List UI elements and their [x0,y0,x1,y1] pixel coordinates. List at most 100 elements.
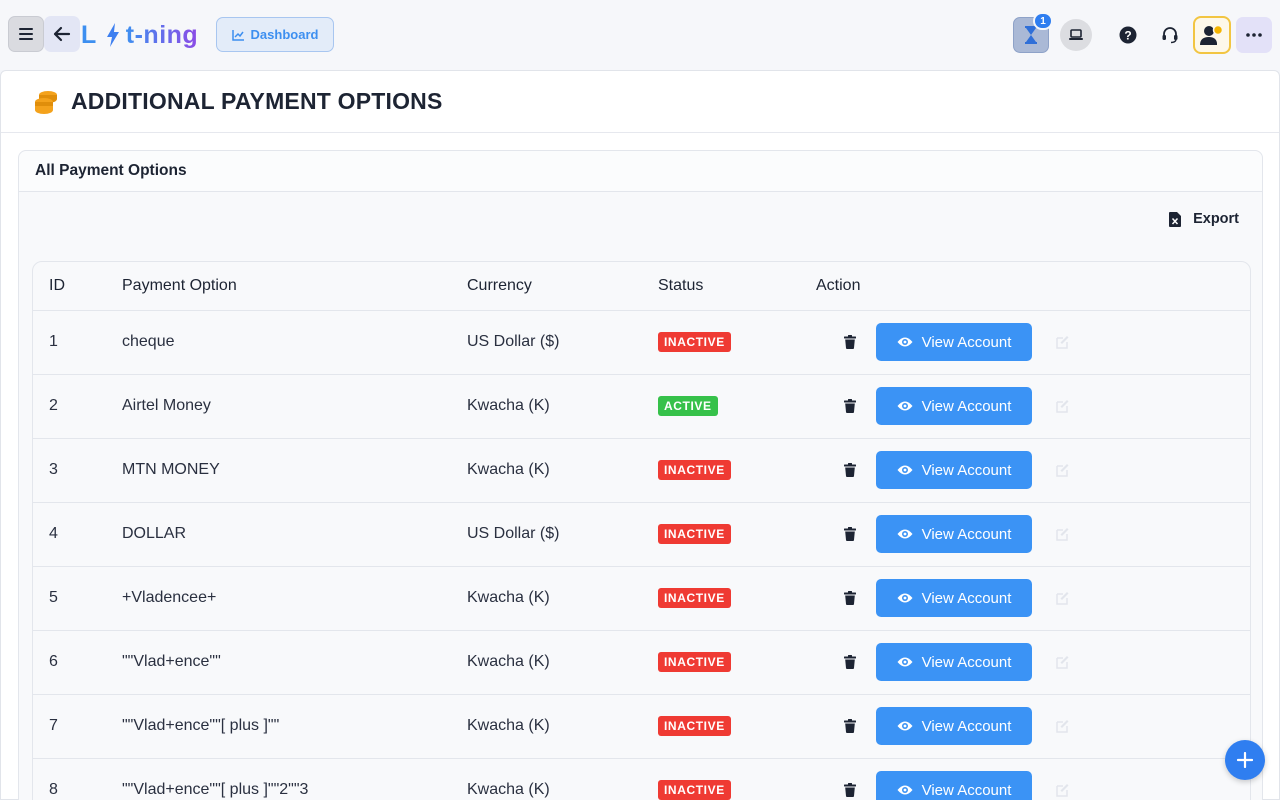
table-header-row: ID Payment Option Currency Status Action [33,262,1250,311]
trash-icon [844,527,856,541]
cell-id: 1 [33,310,122,375]
status-badge: ACTIVE [658,396,718,416]
help-icon: ? [1119,26,1137,44]
page-title: ADDITIONAL PAYMENT OPTIONS [71,88,443,114]
view-account-button[interactable]: View Account [876,515,1032,553]
edit-button[interactable] [1054,717,1072,735]
edit-button[interactable] [1054,781,1072,799]
add-payment-option-button[interactable] [1225,740,1265,780]
cell-payment-option: MTN MONEY [122,438,467,503]
view-account-label: View Account [921,525,1012,543]
table-row: 1 cheque US Dollar ($) INACTIVE View Account [33,310,1250,375]
export-button[interactable]: Export [1169,211,1239,227]
table-row: 2 Airtel Money Kwacha (K) ACTIVE View Accoun… [33,374,1250,439]
table-row: 4 DOLLAR US Dollar ($) INACTIVE View Account [33,502,1250,567]
edit-icon [1056,720,1069,733]
support-button[interactable] [1156,21,1184,49]
back-button[interactable] [44,16,80,52]
app-logo[interactable]: L t-ning [81,19,198,51]
cell-status: INACTIVE [658,758,816,800]
cell-status: INACTIVE [658,438,816,503]
notification-badge: 1 [1033,12,1053,30]
cell-currency: Kwacha (K) [467,374,658,439]
cell-currency: US Dollar ($) [467,310,658,375]
status-badge: INACTIVE [658,588,731,608]
status-badge: INACTIVE [658,460,731,480]
delete-button[interactable] [838,650,862,674]
payment-options-card: All Payment Options Export ID Payment Op… [18,150,1263,800]
cell-id: 5 [33,566,122,631]
delete-button[interactable] [838,522,862,546]
edit-button[interactable] [1054,397,1072,415]
dashboard-button[interactable]: Dashboard [216,17,334,52]
cell-payment-option: +Vladencee+ [122,566,467,631]
edit-button[interactable] [1054,333,1072,351]
view-account-button[interactable]: View Account [876,771,1032,800]
status-badge: INACTIVE [658,716,731,736]
trash-icon [844,719,856,733]
status-badge: INACTIVE [658,652,731,672]
cell-currency: Kwacha (K) [467,758,658,800]
cell-id: 6 [33,630,122,695]
cell-id: 7 [33,694,122,759]
eye-icon [897,593,913,603]
view-account-button[interactable]: View Account [876,643,1032,681]
edit-button[interactable] [1054,653,1072,671]
edit-button[interactable] [1054,589,1072,607]
cell-actions: View Account [816,630,1250,695]
menu-icon [19,28,33,40]
cell-currency: Kwacha (K) [467,694,658,759]
cell-status: INACTIVE [658,694,816,759]
cell-status: INACTIVE [658,630,816,695]
view-account-button[interactable]: View Account [876,451,1032,489]
hourglass-icon [1025,26,1037,44]
cell-actions: View Account [816,438,1250,503]
view-account-label: View Account [921,653,1012,671]
view-account-label: View Account [921,717,1012,735]
delete-button[interactable] [838,714,862,738]
eye-icon [897,401,913,411]
cell-currency: US Dollar ($) [467,502,658,567]
column-header-id[interactable]: ID [33,262,122,311]
column-header-currency[interactable]: Currency [467,262,658,311]
trash-icon [844,783,856,797]
edit-icon [1056,656,1069,669]
chart-line-icon [231,29,244,41]
menu-button[interactable] [8,16,44,52]
column-header-status[interactable]: Status [658,262,816,311]
view-account-button[interactable]: View Account [876,387,1032,425]
view-account-label: View Account [921,589,1012,607]
cell-currency: Kwacha (K) [467,630,658,695]
table-row: 3 MTN MONEY Kwacha (K) INACTIVE View Account [33,438,1250,503]
cell-currency: Kwacha (K) [467,566,658,631]
user-profile-button[interactable] [1193,16,1231,54]
card-title: All Payment Options [19,151,1262,192]
cell-actions: View Account [816,310,1250,375]
view-account-label: View Account [921,397,1012,415]
delete-button[interactable] [838,330,862,354]
more-button[interactable] [1236,17,1272,53]
export-label: Export [1193,211,1239,227]
table-row: 8 ""Vlad+ence""[ plus ]""2""3 Kwacha (K) IN… [33,758,1250,800]
svg-text:?: ? [1124,29,1131,43]
delete-button[interactable] [838,586,862,610]
view-account-button[interactable]: View Account [876,579,1032,617]
edit-icon [1056,464,1069,477]
column-header-action: Action [816,262,1250,311]
eye-icon [897,337,913,347]
view-account-button[interactable]: View Account [876,323,1032,361]
column-header-payment-option[interactable]: Payment Option [122,262,467,311]
delete-button[interactable] [838,778,862,800]
help-button[interactable]: ? [1114,21,1142,49]
laptop-button[interactable] [1060,19,1092,51]
excel-file-icon [1169,211,1182,227]
delete-button[interactable] [838,458,862,482]
edit-button[interactable] [1054,461,1072,479]
delete-button[interactable] [838,394,862,418]
page-content: ADDITIONAL PAYMENT OPTIONS All Payment O… [0,70,1280,800]
status-badge: INACTIVE [658,332,731,352]
edit-button[interactable] [1054,525,1072,543]
view-account-button[interactable]: View Account [876,707,1032,745]
page-header: ADDITIONAL PAYMENT OPTIONS [1,71,1279,133]
cell-actions: View Account [816,566,1250,631]
